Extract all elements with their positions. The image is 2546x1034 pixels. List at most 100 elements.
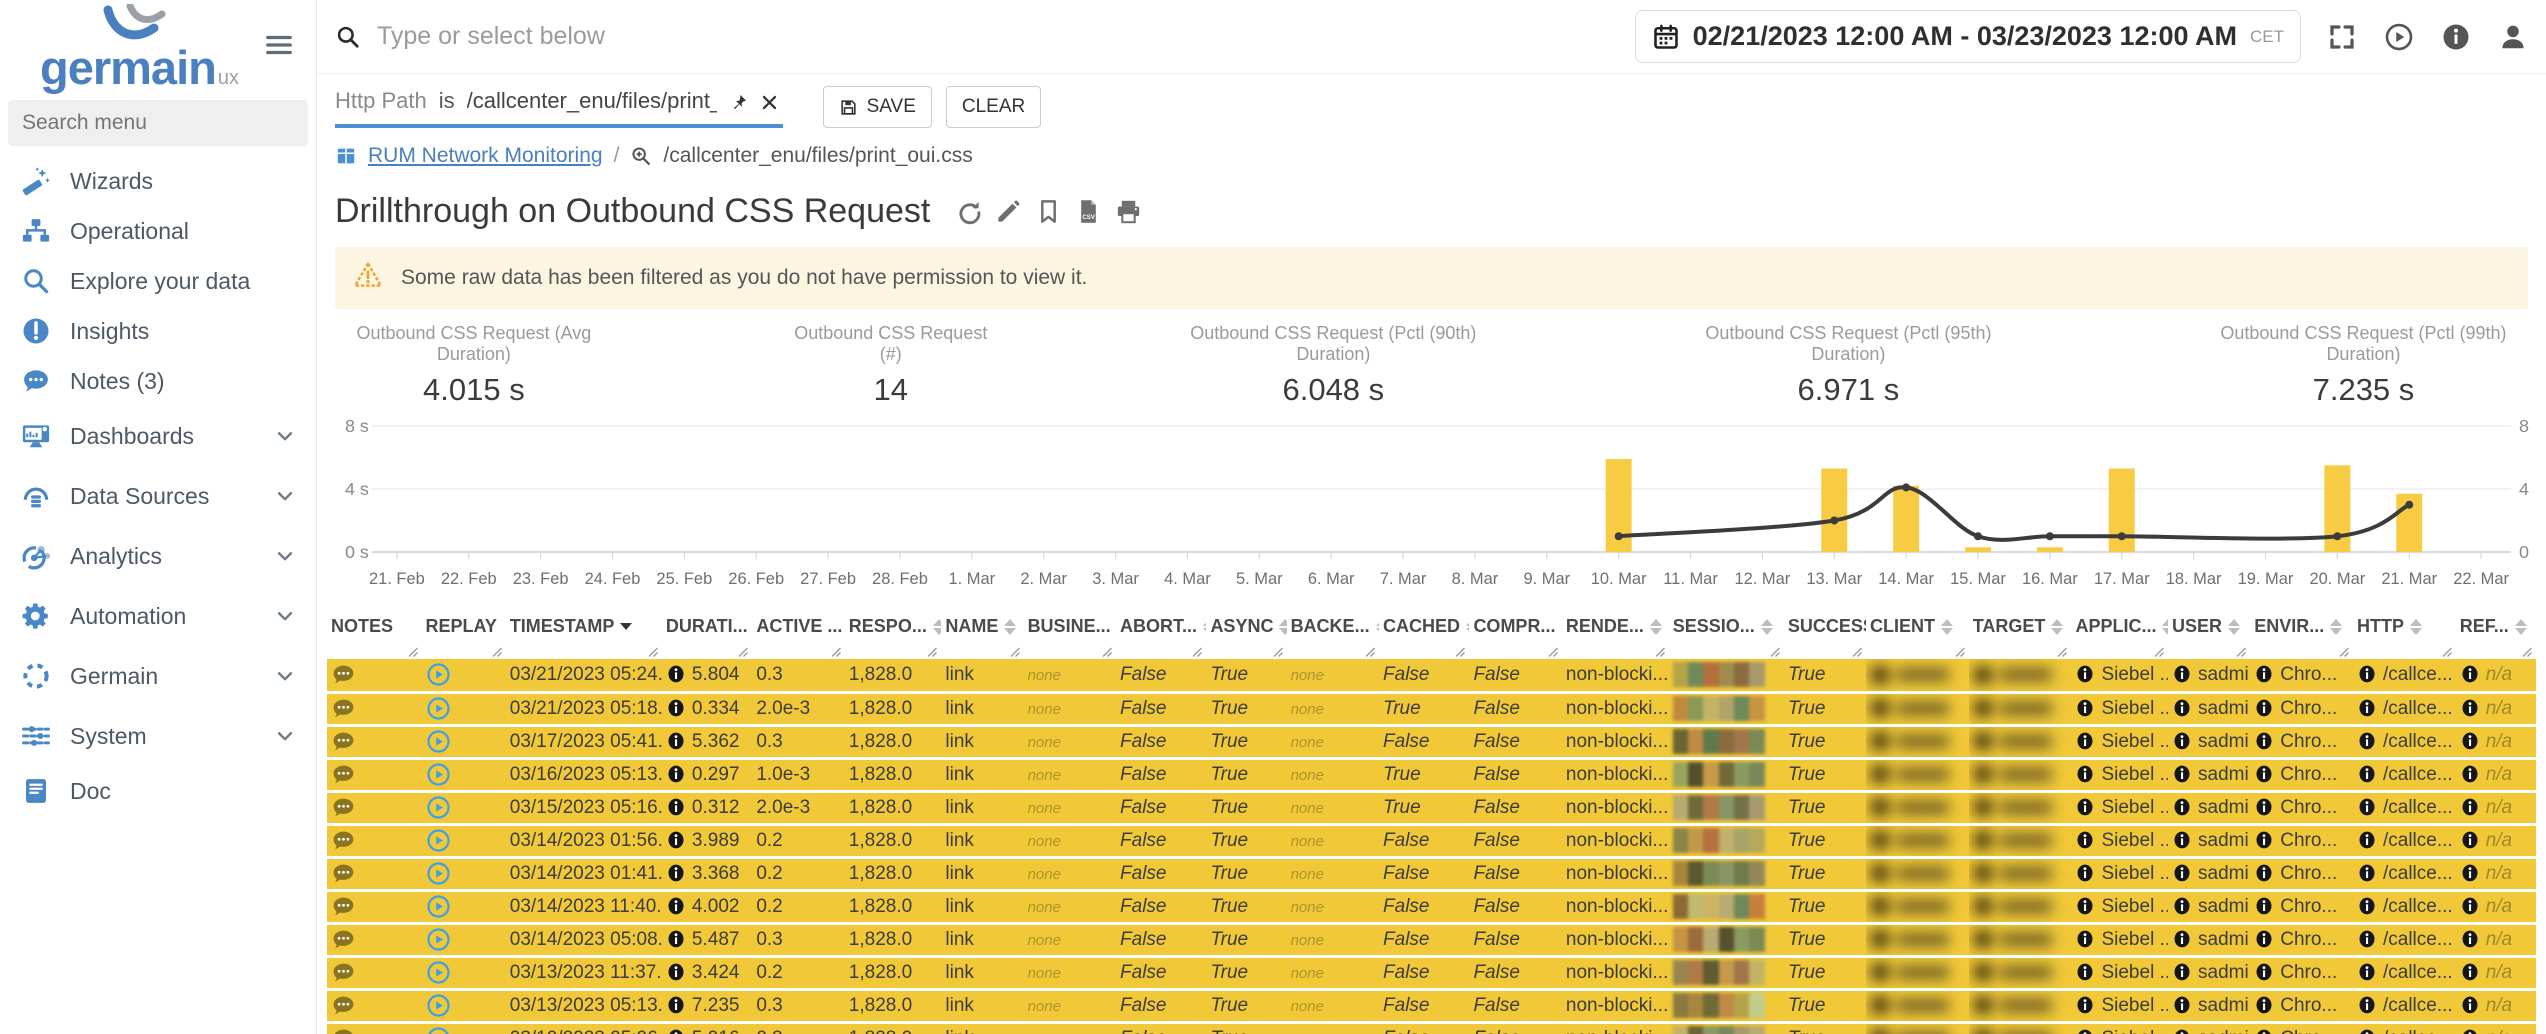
column-filter-client[interactable] — [1866, 639, 1969, 659]
info-icon[interactable] — [2075, 962, 2095, 982]
replay-icon[interactable] — [426, 795, 451, 820]
column-filter-compressed[interactable] — [1469, 639, 1561, 659]
column-header-client[interactable]: CLIENT — [1866, 608, 1969, 639]
edit-icon[interactable] — [995, 198, 1022, 225]
column-header-application[interactable]: APPLIC... — [2071, 608, 2168, 639]
info-icon[interactable] — [2460, 896, 2480, 916]
info-icon[interactable] — [2460, 995, 2480, 1015]
info-icon[interactable] — [2357, 1028, 2377, 1034]
info-icon[interactable] — [2254, 962, 2274, 982]
table-row[interactable]: 03/13/2023 05:13...7.2350.31,828.0linkno… — [327, 989, 2536, 1022]
info-icon[interactable] — [2172, 731, 2192, 751]
info-icon[interactable] — [2460, 863, 2480, 883]
resize-handle-icon[interactable] — [2153, 645, 2165, 657]
note-icon[interactable] — [331, 762, 356, 787]
note-icon[interactable] — [331, 894, 356, 919]
info-icon[interactable] — [2357, 995, 2377, 1015]
info-icon[interactable] — [2460, 731, 2480, 751]
column-filter-notes[interactable] — [327, 639, 422, 659]
replay-icon[interactable] — [426, 927, 451, 952]
global-search-input[interactable] — [375, 21, 1545, 52]
column-header-abort[interactable]: ABORT... — [1116, 608, 1206, 639]
info-icon[interactable] — [666, 896, 686, 916]
note-icon[interactable] — [331, 960, 356, 985]
info-icon[interactable] — [666, 764, 686, 784]
info-icon[interactable] — [2357, 731, 2377, 751]
info-icon[interactable] — [2460, 698, 2480, 718]
resize-handle-icon[interactable] — [737, 645, 749, 657]
column-header-duration[interactable]: DURATI... — [662, 608, 752, 639]
table-row[interactable]: 03/14/2023 01:41...3.3680.21,828.0linkno… — [327, 857, 2536, 890]
info-icon[interactable] — [2254, 764, 2274, 784]
column-filter-response[interactable] — [845, 639, 942, 659]
info-icon[interactable] — [2254, 698, 2274, 718]
info-icon[interactable] — [2357, 797, 2377, 817]
resize-handle-icon[interactable] — [491, 645, 503, 657]
info-icon[interactable] — [2357, 830, 2377, 850]
table-row[interactable]: 03/16/2023 05:13...0.2971.0e-31,828.0lin… — [327, 758, 2536, 791]
column-filter-duration[interactable] — [662, 639, 752, 659]
column-filter-backend[interactable] — [1287, 639, 1379, 659]
session-thumbnail[interactable] — [1673, 729, 1765, 754]
info-icon[interactable] — [666, 863, 686, 883]
resize-handle-icon[interactable] — [1454, 645, 1466, 657]
column-header-backend[interactable]: BACKE... — [1287, 608, 1379, 639]
table-row[interactable]: 03/10/2023 05:06...5.9160.31,828.0linkno… — [327, 1022, 2536, 1034]
info-icon[interactable] — [2075, 929, 2095, 949]
session-thumbnail[interactable] — [1673, 960, 1765, 985]
info-icon[interactable] — [2172, 995, 2192, 1015]
resize-handle-icon[interactable] — [1009, 645, 1021, 657]
column-filter-name[interactable] — [941, 639, 1023, 659]
column-filter-session[interactable] — [1669, 639, 1784, 659]
info-icon[interactable] — [2172, 863, 2192, 883]
column-filter-async[interactable] — [1206, 639, 1286, 659]
hamburger-icon[interactable] — [264, 30, 294, 65]
info-icon[interactable] — [2172, 1028, 2192, 1034]
column-filter-http[interactable] — [2353, 639, 2456, 659]
info-icon[interactable] — [2357, 962, 2377, 982]
info-icon[interactable] — [2460, 797, 2480, 817]
table-row[interactable]: 03/15/2023 05:16...0.3122.0e-31,828.0lin… — [327, 791, 2536, 824]
table-row[interactable]: 03/14/2023 11:40...4.0020.21,828.0linkno… — [327, 890, 2536, 923]
info-icon[interactable] — [2075, 830, 2095, 850]
column-header-cached[interactable]: CACHED — [1379, 608, 1469, 639]
session-thumbnail[interactable] — [1673, 861, 1765, 886]
table-row[interactable]: 03/21/2023 05:18...0.3342.0e-31,828.0lin… — [327, 692, 2536, 725]
info-icon[interactable] — [2172, 698, 2192, 718]
column-header-name[interactable]: NAME — [941, 608, 1023, 639]
info-icon[interactable] — [2172, 896, 2192, 916]
info-icon[interactable] — [666, 962, 686, 982]
info-icon[interactable] — [2254, 830, 2274, 850]
sidebar-item-germain[interactable]: Germain — [0, 646, 316, 706]
user-icon[interactable] — [2498, 22, 2528, 52]
info-icon[interactable] — [2075, 1028, 2095, 1034]
sidebar-item-dashboards[interactable]: Dashboards — [0, 406, 316, 466]
note-icon[interactable] — [331, 861, 356, 886]
resize-handle-icon[interactable] — [1547, 645, 1559, 657]
column-filter-success[interactable] — [1784, 639, 1866, 659]
column-header-http[interactable]: HTTP — [2353, 608, 2456, 639]
resize-handle-icon[interactable] — [647, 645, 659, 657]
info-icon[interactable] — [2460, 830, 2480, 850]
column-filter-environment[interactable] — [2250, 639, 2353, 659]
resize-handle-icon[interactable] — [2056, 645, 2068, 657]
info-icon[interactable] — [2254, 1028, 2274, 1034]
menu-search-input[interactable] — [8, 100, 308, 146]
table-row[interactable]: 03/14/2023 05:08...5.4870.31,828.0linkno… — [327, 923, 2536, 956]
resize-handle-icon[interactable] — [1191, 645, 1203, 657]
info-icon[interactable] — [666, 830, 686, 850]
replay-icon[interactable] — [426, 861, 451, 886]
export-csv-icon[interactable]: CSV — [1075, 198, 1102, 225]
note-icon[interactable] — [331, 729, 356, 754]
info-icon[interactable] — [2254, 664, 2274, 684]
session-thumbnail[interactable] — [1673, 828, 1765, 853]
column-filter-target[interactable] — [1969, 639, 2072, 659]
replay-icon[interactable] — [426, 662, 451, 687]
table-row[interactable]: 03/21/2023 05:24...5.8040.31,828.0linkno… — [327, 659, 2536, 692]
info-icon[interactable] — [2172, 830, 2192, 850]
note-icon[interactable] — [331, 927, 356, 952]
info-icon[interactable] — [2075, 664, 2095, 684]
info-icon[interactable] — [666, 1028, 686, 1034]
info-icon[interactable] — [2460, 962, 2480, 982]
clear-button[interactable]: CLEAR — [946, 86, 1041, 128]
